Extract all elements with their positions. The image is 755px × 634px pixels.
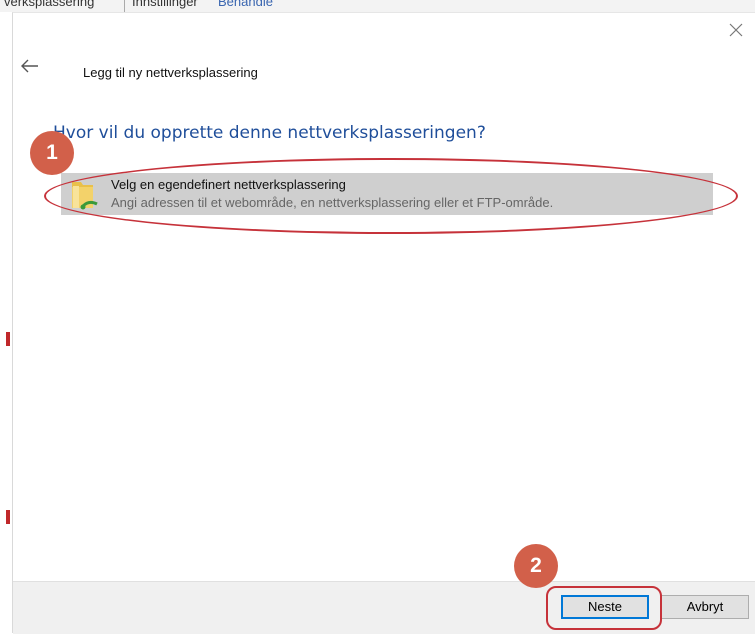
background-menu-manage[interactable]: Behandle <box>218 0 273 9</box>
dialog-title: Legg til ny nettverksplassering <box>83 65 258 80</box>
next-button[interactable]: Neste <box>561 595 649 619</box>
background-menu-settings[interactable]: Innstillinger <box>132 0 198 9</box>
option-title: Velg en egendefinert nettverksplassering <box>111 177 346 192</box>
background-window-toolbar: verksplassering Innstillinger Behandle <box>0 0 755 12</box>
annotation-badge-1: 1 <box>30 131 74 175</box>
background-edge-mark <box>6 510 10 524</box>
page-heading: Hvor vil du opprette denne nettverksplas… <box>53 123 486 143</box>
background-breadcrumb: verksplassering <box>4 0 95 9</box>
back-arrow-icon <box>21 59 38 73</box>
folder-network-icon <box>72 182 98 210</box>
custom-network-location-option[interactable]: Velg en egendefinert nettverksplassering… <box>61 173 713 215</box>
close-icon <box>729 23 743 37</box>
option-description: Angi adressen til et webområde, en nettv… <box>111 195 554 210</box>
close-button[interactable] <box>726 21 746 41</box>
background-separator <box>124 0 125 12</box>
cancel-button[interactable]: Avbryt <box>661 595 749 619</box>
background-edge-mark <box>6 332 10 346</box>
add-network-location-dialog: Legg til ny nettverksplassering Hvor vil… <box>12 12 755 634</box>
back-button[interactable] <box>21 59 43 79</box>
annotation-badge-2: 2 <box>514 544 558 588</box>
